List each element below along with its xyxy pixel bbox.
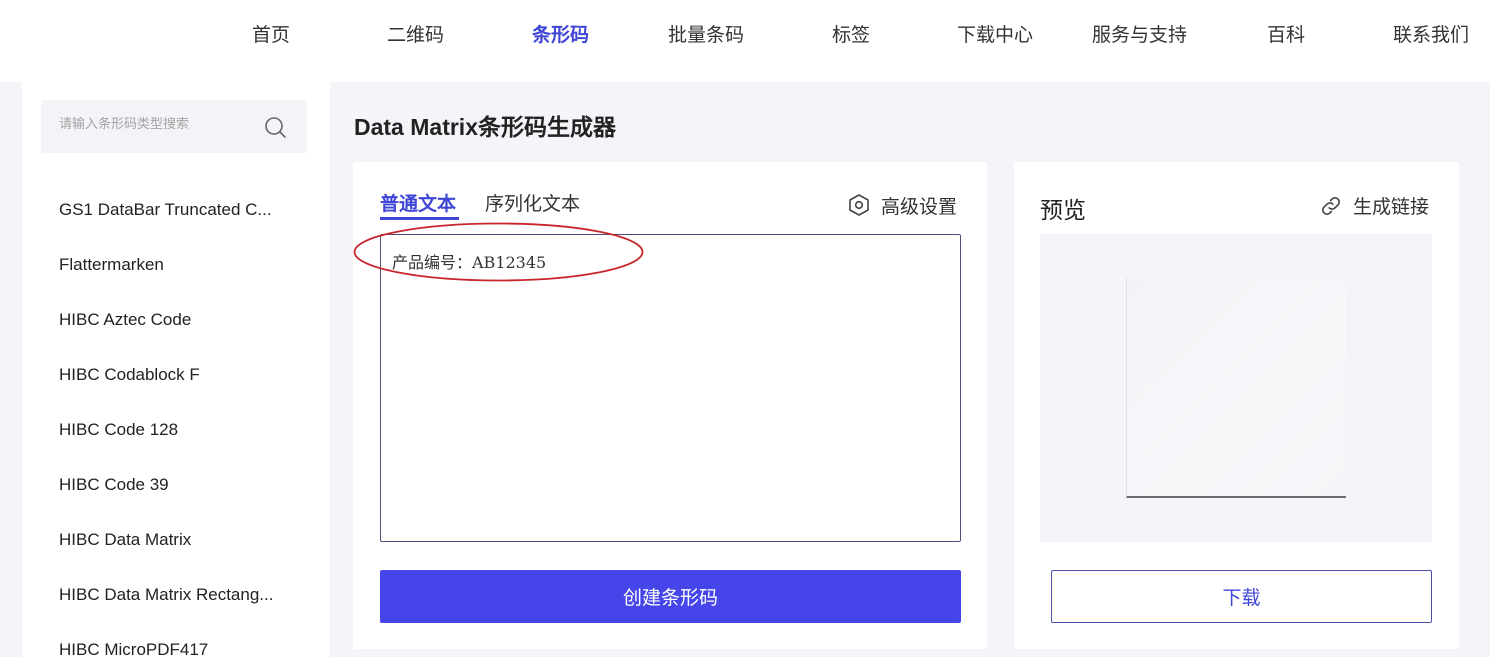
nav-qrcode[interactable]: 二维码: [387, 20, 444, 50]
link-icon: [1322, 196, 1340, 215]
editor-panel: 普通文本 序列化文本 高级设置 产品编号：AB12345 创建条形码: [353, 162, 987, 649]
download-button[interactable]: 下载: [1051, 570, 1432, 623]
generate-link-label: 生成链接: [1353, 196, 1430, 218]
advanced-settings-label: 高级设置: [881, 195, 958, 218]
nav-download-center[interactable]: 下载中心: [957, 20, 1033, 50]
nav-labels[interactable]: 标签: [832, 20, 870, 50]
nav-contact-us[interactable]: 联系我们: [1393, 20, 1469, 50]
generate-link-button[interactable]: 生成链接: [1320, 192, 1429, 219]
sidebar-item-hibc-aztec-code[interactable]: HIBC Aztec Code: [59, 310, 299, 334]
tab-serialized-text[interactable]: 序列化文本: [485, 189, 580, 216]
barcode-preview-area: [1040, 234, 1432, 542]
sidebar-item-flattermarken[interactable]: Flattermarken: [59, 255, 299, 279]
settings-hexagon-icon: [849, 194, 869, 216]
page-title: Data Matrix条形码生成器: [354, 114, 616, 140]
barcode-type-search: [41, 100, 307, 153]
nav-service-support[interactable]: 服务与支持: [1092, 20, 1187, 50]
sidebar-item-hibc-codablock-f[interactable]: HIBC Codablock F: [59, 365, 299, 389]
sidebar-item-gs1-databar-truncated[interactable]: GS1 DataBar Truncated C...: [59, 200, 299, 224]
preview-title: 预览: [1040, 198, 1086, 224]
sidebar-item-hibc-data-matrix[interactable]: HIBC Data Matrix: [59, 530, 299, 554]
barcode-preview-image: [1126, 278, 1346, 498]
advanced-settings-button[interactable]: 高级设置: [847, 192, 957, 218]
sidebar-item-hibc-data-matrix-rectangular[interactable]: HIBC Data Matrix Rectang...: [59, 585, 299, 609]
sidebar-item-hibc-code-128[interactable]: HIBC Code 128: [59, 420, 299, 444]
tab-plain-text[interactable]: 普通文本: [380, 189, 456, 216]
top-navbar: 首页 二维码 条形码 批量条码 标签 下载中心 服务与支持 百科 联系我们: [0, 0, 1490, 82]
nav-batch-barcode[interactable]: 批量条码: [668, 20, 744, 50]
sidebar-item-hibc-micropdf417[interactable]: HIBC MicroPDF417: [59, 640, 299, 657]
nav-barcode[interactable]: 条形码: [532, 20, 589, 50]
barcode-type-sidebar: GS1 DataBar Truncated C... Flattermarken…: [22, 82, 330, 657]
active-tab-indicator: [380, 217, 459, 220]
nav-home[interactable]: 首页: [252, 20, 290, 50]
nav-encyclopedia[interactable]: 百科: [1267, 20, 1305, 50]
barcode-type-search-input[interactable]: [59, 117, 259, 132]
sidebar-item-hibc-code-39[interactable]: HIBC Code 39: [59, 475, 299, 499]
create-barcode-button[interactable]: 创建条形码: [380, 570, 961, 623]
search-icon[interactable]: [263, 115, 287, 139]
annotation-ellipse: [353, 222, 644, 282]
preview-panel: 预览 生成链接 下载: [1014, 162, 1459, 649]
